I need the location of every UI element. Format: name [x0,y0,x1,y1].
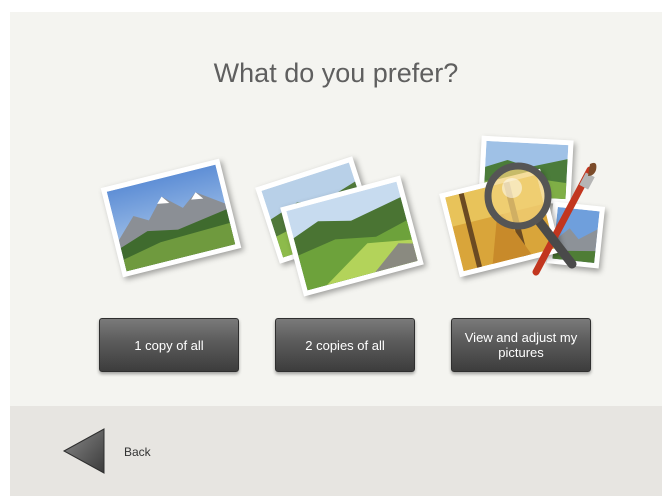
page-title: What do you prefer? [213,58,459,88]
single-photo-illustration[interactable] [100,158,242,278]
view-adjust-button[interactable]: View and adjust my pictures [451,318,591,372]
magnifier-brush-icon [484,162,597,276]
magnifying-glass-icon [484,162,577,269]
back-arrow-icon[interactable] [62,427,108,475]
mountain-photo-image [106,164,236,272]
back-button[interactable]: Back [124,445,151,459]
main-panel: What do you prefer? 1 copy of all 2 copi… [10,12,662,406]
kiosk-screen: What do you prefer? 1 copy of all 2 copi… [0,0,670,504]
footer-bar: Back [10,406,662,496]
two-copies-button[interactable]: 2 copies of all [275,318,415,372]
one-copy-button[interactable]: 1 copy of all [99,318,239,372]
